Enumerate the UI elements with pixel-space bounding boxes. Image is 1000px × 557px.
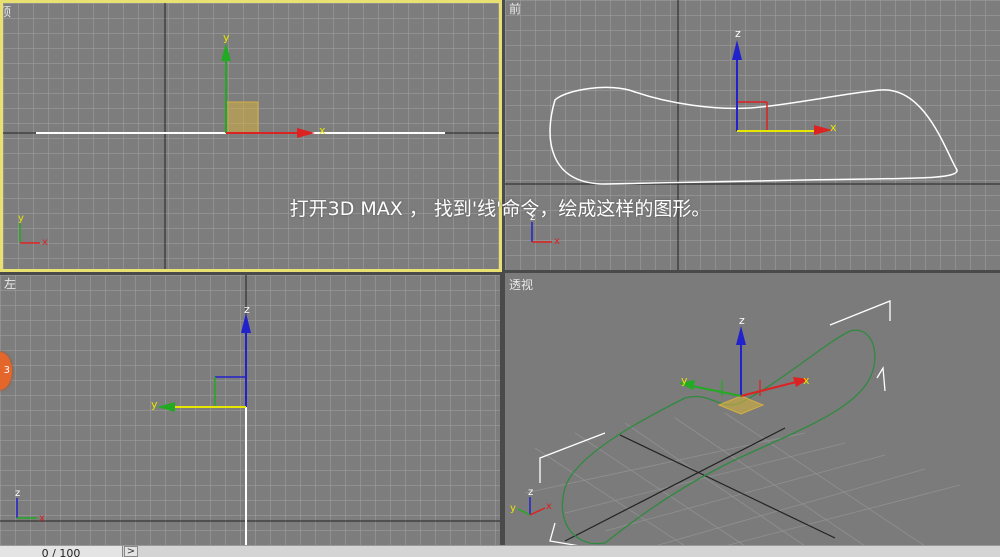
gizmo-x-axis[interactable] — [740, 380, 801, 397]
svg-text:x: x — [546, 501, 552, 512]
viewport-front[interactable]: 前 z x z x — [505, 0, 1000, 270]
bbox-bracket-icon — [876, 365, 886, 392]
bbox-bracket-icon — [549, 522, 581, 546]
gizmo-y-label: y — [223, 31, 230, 44]
viewport-left[interactable]: 左 z y z x — [0, 275, 500, 546]
gizmo-x-label: x — [319, 124, 326, 137]
svg-text:z: z — [15, 488, 20, 499]
status-bar: 0 / 100 > — [0, 545, 1000, 557]
svg-text:x: x — [42, 237, 48, 248]
svg-text:z: z — [528, 487, 533, 498]
viewport-left-canvas: z y z x — [0, 275, 500, 546]
perspective-spline[interactable] — [561, 329, 876, 545]
viewport-top-canvas: y x y x — [3, 3, 499, 269]
svg-text:y: y — [510, 503, 516, 514]
perspective-grid — [524, 412, 961, 546]
svg-text:y: y — [681, 374, 688, 387]
svg-text:z: z — [244, 303, 250, 316]
svg-text:z: z — [739, 314, 745, 327]
svg-text:y: y — [18, 213, 24, 224]
viewport-perspective[interactable]: 透视 z x y z y x — [505, 273, 1000, 546]
svg-text:x: x — [830, 121, 837, 134]
svg-text:y: y — [151, 398, 158, 411]
viewport-perspective-canvas: z x y z y x — [510, 300, 961, 546]
gizmo-y-axis[interactable] — [686, 384, 742, 397]
svg-text:z: z — [530, 212, 535, 223]
gizmo-plane[interactable] — [717, 395, 765, 415]
svg-text:x: x — [39, 513, 45, 524]
viewport-top[interactable]: 顶 y x y x — [0, 0, 502, 272]
svg-text:x: x — [803, 374, 810, 387]
next-frame-button[interactable]: > — [124, 546, 138, 557]
svg-text:x: x — [554, 236, 560, 247]
svg-text:z: z — [735, 27, 741, 40]
time-slider[interactable]: 0 / 100 — [0, 546, 123, 557]
corner-axis-y-icon — [517, 508, 531, 516]
corner-axis-x-icon — [529, 507, 546, 516]
bbox-bracket-icon — [829, 300, 891, 326]
gizmo-plane[interactable] — [225, 101, 259, 134]
viewport-front-canvas: z x z x — [505, 0, 1000, 270]
